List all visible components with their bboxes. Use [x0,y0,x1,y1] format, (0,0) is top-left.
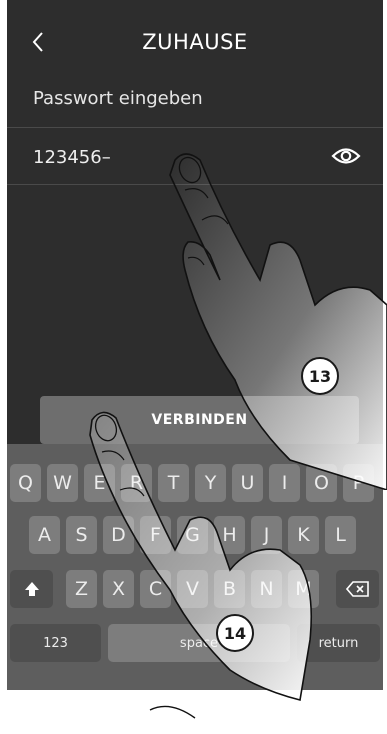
key-c[interactable]: C [140,570,171,608]
key-v[interactable]: V [177,570,208,608]
key-m[interactable]: M [288,570,319,608]
key-p[interactable]: P [343,464,374,502]
numbers-key[interactable]: 123 [10,624,101,662]
connect-button[interactable]: VERBINDEN [40,396,359,444]
key-x[interactable]: X [103,570,134,608]
key-q[interactable]: Q [10,464,41,502]
shift-arrow-icon [24,582,39,596]
return-key[interactable]: return [297,624,380,662]
key-u[interactable]: U [232,464,263,502]
show-password-toggle[interactable] [331,144,361,168]
key-b[interactable]: B [214,570,245,608]
key-i[interactable]: I [269,464,300,502]
key-d[interactable]: D [103,516,134,554]
key-k[interactable]: K [288,516,319,554]
shift-key[interactable] [10,570,53,608]
key-o[interactable]: O [306,464,337,502]
key-n[interactable]: N [251,570,282,608]
key-w[interactable]: W [47,464,78,502]
page-title: ZUHAUSE [142,30,248,54]
key-e[interactable]: E [84,464,115,502]
key-f[interactable]: F [140,516,171,554]
key-r[interactable]: R [121,464,152,502]
callout-14: 14 [216,614,254,652]
key-h[interactable]: H [214,516,245,554]
callout-13: 13 [301,357,339,395]
key-t[interactable]: T [158,464,189,502]
space-key[interactable]: space [108,624,290,662]
backspace-icon [345,581,369,597]
password-field[interactable]: 123456– [7,128,383,184]
on-screen-keyboard: Q W E R T Y U I O P A S D F G H J K L Z … [7,444,383,690]
key-y[interactable]: Y [195,464,226,502]
key-s[interactable]: S [66,516,97,554]
divider-bottom [7,184,383,185]
password-label: Passwort eingeben [33,88,203,109]
phone-screen: ZUHAUSE Passwort eingeben 123456– VERBIN… [7,0,383,690]
key-l[interactable]: L [325,516,356,554]
password-value: 123456– [33,147,111,168]
key-j[interactable]: J [251,516,282,554]
key-a[interactable]: A [29,516,60,554]
key-g[interactable]: G [177,516,208,554]
key-z[interactable]: Z [66,570,97,608]
backspace-key[interactable] [336,570,379,608]
header: ZUHAUSE [7,0,383,90]
eye-icon [331,148,361,164]
